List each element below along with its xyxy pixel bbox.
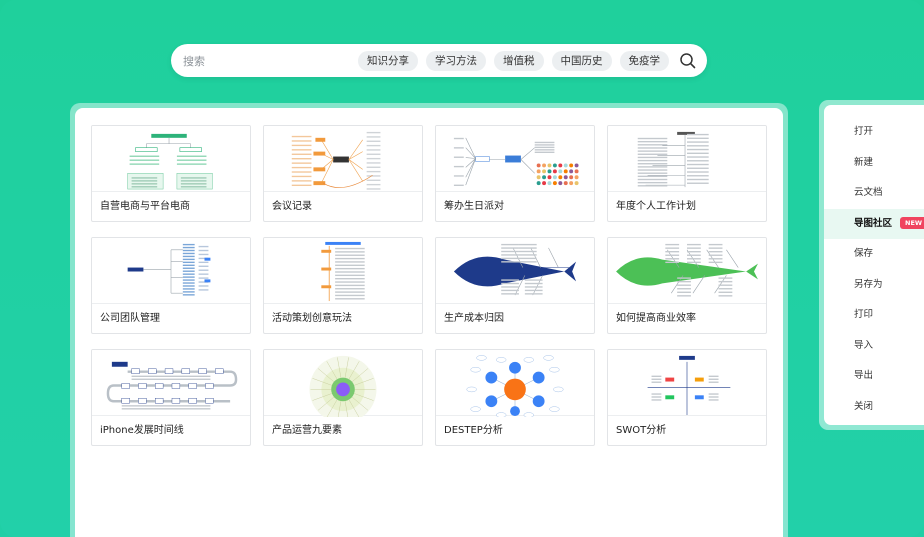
- template-grid: 自营电商与平台电商 会议记录 筹办生日派对 年度个人工作计划公司团队管理 活动策划创意玩…: [91, 125, 767, 446]
- template-card[interactable]: DESTEP分析: [435, 349, 595, 446]
- menu-item-mindmap-community[interactable]: 导图社区 NEW: [824, 208, 924, 239]
- menu-item-import[interactable]: 导入: [824, 331, 924, 362]
- menu-item-export[interactable]: 导出: [824, 361, 924, 392]
- menu-item-cloud-docs[interactable]: 云文档: [824, 178, 924, 209]
- search-bar[interactable]: 搜索 知识分享 学习方法 增值税 中国历史 免疫学: [171, 44, 707, 77]
- menu-item-label: 导入: [854, 339, 874, 351]
- template-card[interactable]: 公司团队管理: [91, 237, 251, 334]
- template-card[interactable]: 筹办生日派对: [435, 125, 595, 222]
- template-title: 自营电商与平台电商: [100, 201, 190, 212]
- template-thumbnail: [92, 126, 250, 192]
- menu-item-open[interactable]: 打开: [824, 117, 924, 148]
- chip-vat[interactable]: 增值税: [494, 50, 544, 71]
- menu-item-new[interactable]: 新建: [824, 148, 924, 179]
- menu-item-label: 关闭: [854, 400, 874, 412]
- template-title: 产品运营九要素: [272, 425, 342, 436]
- template-thumbnail: [608, 126, 766, 192]
- template-thumbnail: [92, 238, 250, 304]
- chip-knowledge-share[interactable]: 知识分享: [358, 50, 418, 71]
- menu-item-label: 保存: [854, 248, 874, 259]
- menu-item-label: 打印: [854, 309, 874, 320]
- template-thumbnail: [264, 126, 422, 192]
- template-card[interactable]: 生产成本归因: [435, 237, 595, 334]
- template-thumbnail: [608, 350, 766, 416]
- template-card[interactable]: iPhone发展时间线: [91, 349, 251, 446]
- template-card[interactable]: 会议记录: [263, 125, 423, 222]
- template-gallery-panel: 自营电商与平台电商 会议记录 筹办生日派对 年度个人工作计划公司团队管理 活动策划创意玩…: [70, 103, 788, 537]
- new-badge: NEW: [900, 216, 924, 229]
- app-background: 搜索 知识分享 学习方法 增值税 中国历史 免疫学 自营电商与平台电商 会议记录 筹…: [0, 0, 924, 537]
- template-thumbnail: [264, 238, 422, 304]
- template-card[interactable]: SWOT分析: [607, 349, 767, 446]
- template-thumbnail: [436, 126, 594, 192]
- menu-item-label: 打开: [854, 126, 874, 137]
- template-title: 如何提高商业效率: [616, 313, 696, 324]
- search-icon[interactable]: [679, 52, 697, 70]
- chip-study-methods[interactable]: 学习方法: [426, 50, 486, 71]
- template-title: SWOT分析: [616, 425, 667, 436]
- template-thumbnail: [436, 238, 594, 304]
- file-menu-list: 打开新建云文档导图社区 NEW 保存另存为打印导入导出关闭: [824, 105, 924, 425]
- search-suggestion-chips: 知识分享 学习方法 增值税 中国历史 免疫学: [358, 50, 669, 71]
- template-title: 会议记录: [272, 201, 312, 212]
- menu-item-close[interactable]: 关闭: [824, 392, 924, 423]
- chip-china-history[interactable]: 中国历史: [551, 50, 612, 71]
- template-title: 生产成本归因: [444, 313, 504, 324]
- template-card[interactable]: 年度个人工作计划: [607, 125, 767, 222]
- template-thumbnail: [608, 238, 766, 304]
- chip-immunology[interactable]: 免疫学: [619, 50, 669, 71]
- template-title: 活动策划创意玩法: [272, 313, 352, 324]
- menu-item-label: 导图社区: [854, 217, 893, 229]
- template-thumbnail: [436, 350, 594, 417]
- menu-item-label: 导出: [854, 370, 874, 381]
- file-menu: 打开新建云文档导图社区 NEW 保存另存为打印导入导出关闭: [819, 100, 924, 430]
- template-card[interactable]: 产品运营九要素: [263, 349, 423, 446]
- menu-item-label: 云文档: [854, 187, 883, 198]
- menu-item-label: 新建: [854, 156, 874, 168]
- template-title: DESTEP分析: [444, 425, 503, 436]
- template-thumbnail: [264, 350, 422, 417]
- template-thumbnail: [92, 350, 250, 416]
- menu-item-print[interactable]: 打印: [824, 300, 924, 331]
- template-title: 公司团队管理: [100, 313, 160, 324]
- template-title: 年度个人工作计划: [616, 201, 696, 212]
- menu-item-label: 另存为: [854, 278, 883, 290]
- menu-item-save-as[interactable]: 另存为: [824, 270, 924, 301]
- menu-item-save[interactable]: 保存: [824, 239, 924, 270]
- search-input[interactable]: 搜索: [183, 53, 358, 69]
- template-title: 筹办生日派对: [444, 201, 504, 212]
- template-title: iPhone发展时间线: [100, 425, 184, 436]
- template-card[interactable]: 自营电商与平台电商: [91, 125, 251, 222]
- template-card[interactable]: 如何提高商业效率: [607, 237, 767, 334]
- template-card[interactable]: 活动策划创意玩法: [263, 237, 423, 334]
